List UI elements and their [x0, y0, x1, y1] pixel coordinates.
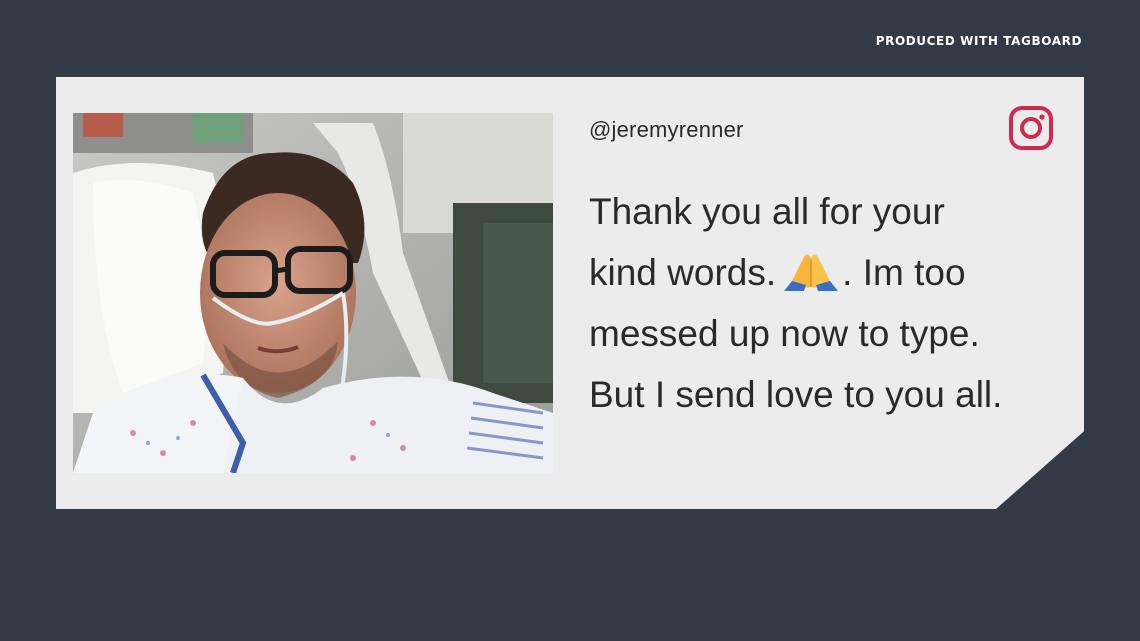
- post-photo: [73, 113, 553, 473]
- hospital-selfie-photo: [73, 113, 553, 473]
- social-post-card: @jeremyrenner Thank you all for your kin…: [56, 77, 1084, 509]
- post-text-segment: kind words.: [589, 252, 777, 293]
- produced-with-tagboard-label: PRODUCED WITH TAGBOARD: [875, 34, 1082, 48]
- instagram-icon: [1009, 106, 1053, 150]
- post-text-line: kind words. . Im too: [589, 242, 1059, 303]
- post-body: Thank you all for your kind words. . Im t…: [589, 181, 1059, 425]
- post-text-line: Thank you all for your: [589, 191, 945, 232]
- post-text-line: messed up now to type.: [589, 313, 980, 354]
- tagboard-stage: PRODUCED WITH TAGBOARD @jeremyrenner Tha…: [0, 0, 1140, 641]
- folded-hands-icon: [784, 254, 839, 291]
- post-author-handle[interactable]: @jeremyrenner: [589, 117, 744, 143]
- post-text-line: But I send love to you all.: [589, 374, 1003, 415]
- post-text-segment: . Im too: [842, 252, 966, 293]
